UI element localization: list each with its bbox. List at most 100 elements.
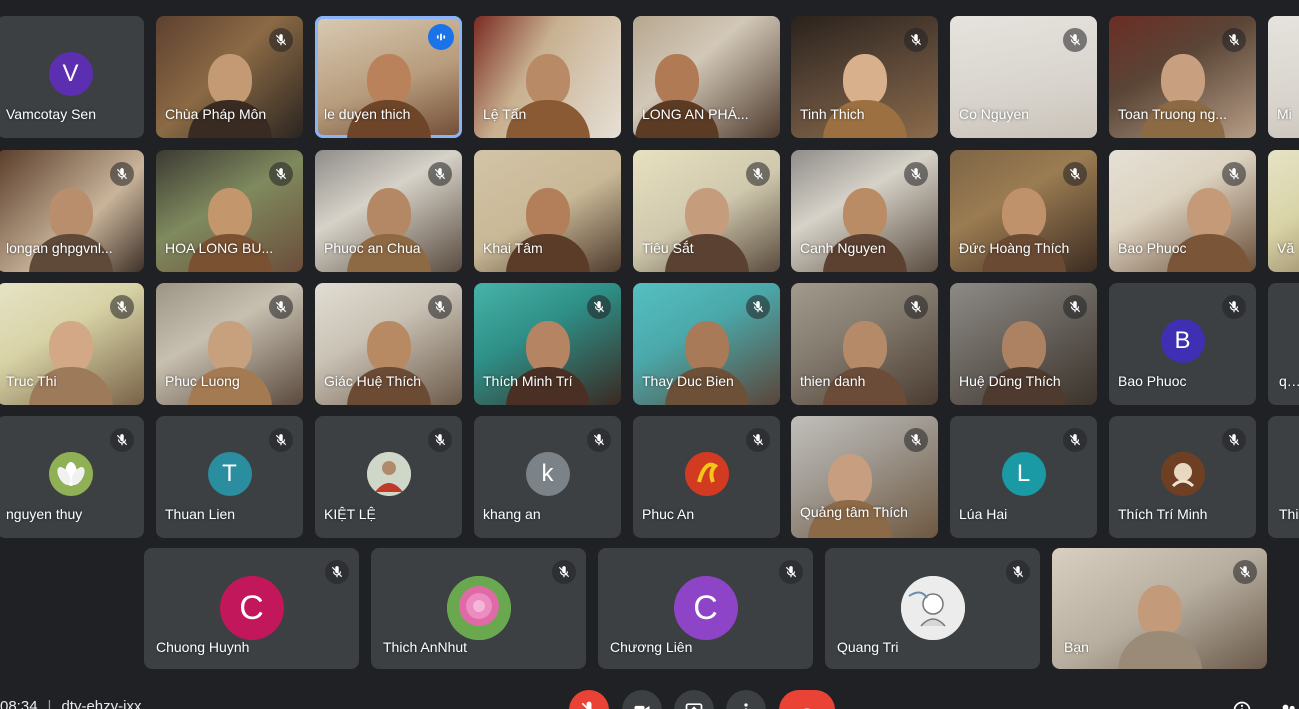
present-screen-icon bbox=[685, 703, 703, 709]
participant-avatar: k bbox=[525, 452, 570, 496]
participant-tile[interactable]: Tinh Thich bbox=[791, 16, 938, 138]
participant-tile[interactable]: T Thuan Lien bbox=[156, 416, 303, 538]
participant-tile[interactable]: C Chương Liên bbox=[598, 548, 813, 669]
participant-tile[interactable]: Phuc An bbox=[633, 416, 780, 538]
mic-off-icon bbox=[110, 162, 134, 186]
hang-up-icon bbox=[804, 708, 810, 709]
participant-tile[interactable]: nguyen thuy bbox=[0, 416, 144, 538]
participant-tile[interactable]: Vă bbox=[1268, 150, 1299, 272]
present-screen-button[interactable] bbox=[674, 690, 714, 709]
participant-tile[interactable]: B Bao Phuoc bbox=[1109, 283, 1256, 405]
participant-name: Chuong Huynh bbox=[156, 639, 250, 655]
participant-tile[interactable]: C Chuong Huynh bbox=[144, 548, 359, 669]
mic-off-icon bbox=[904, 162, 928, 186]
participant-name: longan ghpgvnl... bbox=[6, 240, 113, 256]
self-view-tile[interactable]: Bạn bbox=[1052, 548, 1267, 669]
participant-tile[interactable]: V Vamcotay Sen bbox=[0, 16, 144, 138]
meeting-code: dty-ehzy-jxx bbox=[61, 698, 142, 709]
participant-name: Thích Trí Minh bbox=[1118, 506, 1208, 522]
more-vert-icon bbox=[744, 703, 748, 709]
participant-name: HOA LONG BU... bbox=[165, 240, 274, 256]
participant-name: Vamcotay Sen bbox=[6, 106, 97, 122]
meeting-stage: V Vamcotay Sen Chùa Pháp Môn le duyen th… bbox=[0, 0, 1299, 709]
participant-tile[interactable]: Quang Tri bbox=[825, 548, 1040, 669]
mic-off-icon bbox=[269, 162, 293, 186]
participant-tile[interactable]: Mi bbox=[1268, 16, 1299, 138]
participant-tile[interactable]: Quảng tâm Thích bbox=[791, 416, 938, 538]
participant-tile[interactable]: Canh Nguyen bbox=[791, 150, 938, 272]
participant-tile[interactable]: HOA LONG BU... bbox=[156, 150, 303, 272]
people-button[interactable] bbox=[1276, 690, 1299, 709]
participant-tile[interactable]: thien danh bbox=[791, 283, 938, 405]
info-icon bbox=[1233, 701, 1251, 709]
participant-tile[interactable]: longan ghpgvnl... bbox=[0, 150, 144, 272]
more-options-button[interactable] bbox=[726, 690, 766, 709]
mic-off-icon bbox=[1063, 162, 1087, 186]
mic-off-icon bbox=[269, 295, 293, 319]
participant-tile[interactable]: Thi bbox=[1268, 416, 1299, 538]
participant-tile[interactable]: Thích Trí Minh bbox=[1109, 416, 1256, 538]
participant-name: Phuoc an Chua bbox=[324, 240, 421, 256]
mic-off-icon bbox=[904, 28, 928, 52]
calligraphy-avatar-image bbox=[684, 452, 729, 496]
participant-tile[interactable]: L Lúa Hai bbox=[950, 416, 1097, 538]
participant-tile[interactable]: Khai Tâm bbox=[474, 150, 621, 272]
participant-tile[interactable]: LONG AN PHÁ... bbox=[633, 16, 780, 138]
mic-off-icon bbox=[269, 428, 293, 452]
participant-name: Bạn bbox=[1064, 639, 1089, 655]
mic-off-icon bbox=[552, 560, 576, 584]
meeting-time: 08:34 bbox=[0, 698, 38, 709]
participant-tile[interactable]: Lệ Tấn bbox=[474, 16, 621, 138]
participant-tile[interactable]: Bao Phuoc bbox=[1109, 150, 1256, 272]
participant-name: Lúa Hai bbox=[959, 506, 1008, 522]
participant-avatar: V bbox=[48, 52, 93, 96]
participant-tile[interactable]: Tiêu Sắt bbox=[633, 150, 780, 272]
participant-name: Đức Hoàng Thích bbox=[959, 240, 1070, 256]
participant-name: LONG AN PHÁ... bbox=[642, 106, 749, 122]
participant-tile[interactable]: Phuoc an Chua bbox=[315, 150, 462, 272]
camera-toggle-button[interactable] bbox=[622, 690, 662, 709]
participant-tile[interactable]: Thay Duc Bien bbox=[633, 283, 780, 405]
leave-call-button[interactable] bbox=[779, 690, 835, 709]
meeting-info-button[interactable] bbox=[1228, 690, 1256, 709]
participant-tile[interactable]: le duyen thich bbox=[315, 16, 462, 138]
participant-tile[interactable]: qua bbox=[1268, 283, 1299, 405]
participant-tile[interactable]: Phuc Luong bbox=[156, 283, 303, 405]
participant-tile[interactable]: Thich AnNhut bbox=[371, 548, 586, 669]
mic-toggle-button[interactable] bbox=[569, 690, 609, 709]
participant-tile[interactable]: KIỆT LỆ bbox=[315, 416, 462, 538]
participant-tile[interactable]: Đức Hoàng Thích bbox=[950, 150, 1097, 272]
participant-avatar: L bbox=[1001, 452, 1046, 496]
participant-avatar: T bbox=[207, 452, 252, 496]
participant-video bbox=[981, 180, 1066, 272]
participant-name: Thay Duc Bien bbox=[642, 373, 734, 389]
participant-tile[interactable]: Truc Thi bbox=[0, 283, 144, 405]
participant-tile[interactable]: Chùa Pháp Môn bbox=[156, 16, 303, 138]
participant-name: Thi bbox=[1279, 506, 1299, 522]
mic-off-icon bbox=[1063, 428, 1087, 452]
participant-tile[interactable]: Thích Minh Trí bbox=[474, 283, 621, 405]
participant-video bbox=[981, 313, 1066, 405]
mic-off-icon bbox=[779, 560, 803, 584]
participant-name: Canh Nguyen bbox=[800, 240, 886, 256]
participant-video bbox=[1140, 46, 1225, 138]
participant-video bbox=[635, 46, 720, 138]
participant-name: khang an bbox=[483, 506, 541, 522]
participant-tile[interactable]: k khang an bbox=[474, 416, 621, 538]
mic-off-icon bbox=[581, 701, 592, 709]
participant-video bbox=[822, 313, 907, 405]
participant-tile[interactable]: Giác Huệ Thích bbox=[315, 283, 462, 405]
meeting-details: 08:34 | dty-ehzy-jxx bbox=[0, 698, 141, 709]
participant-name: Huệ Dũng Thích bbox=[959, 373, 1061, 389]
participant-name: Tinh Thich bbox=[800, 106, 865, 122]
participant-tile[interactable]: Huệ Dũng Thích bbox=[950, 283, 1097, 405]
participant-video bbox=[187, 180, 272, 272]
mic-off-icon bbox=[1222, 28, 1246, 52]
participant-video bbox=[28, 180, 113, 272]
participant-name: Lệ Tấn bbox=[483, 106, 527, 122]
participant-name: Mi bbox=[1277, 106, 1292, 122]
camera-icon bbox=[634, 705, 650, 709]
participant-tile[interactable]: Toan Truong ng... bbox=[1109, 16, 1256, 138]
participant-tile[interactable]: Co Nguyen bbox=[950, 16, 1097, 138]
participant-name: Tiêu Sắt bbox=[642, 240, 694, 256]
